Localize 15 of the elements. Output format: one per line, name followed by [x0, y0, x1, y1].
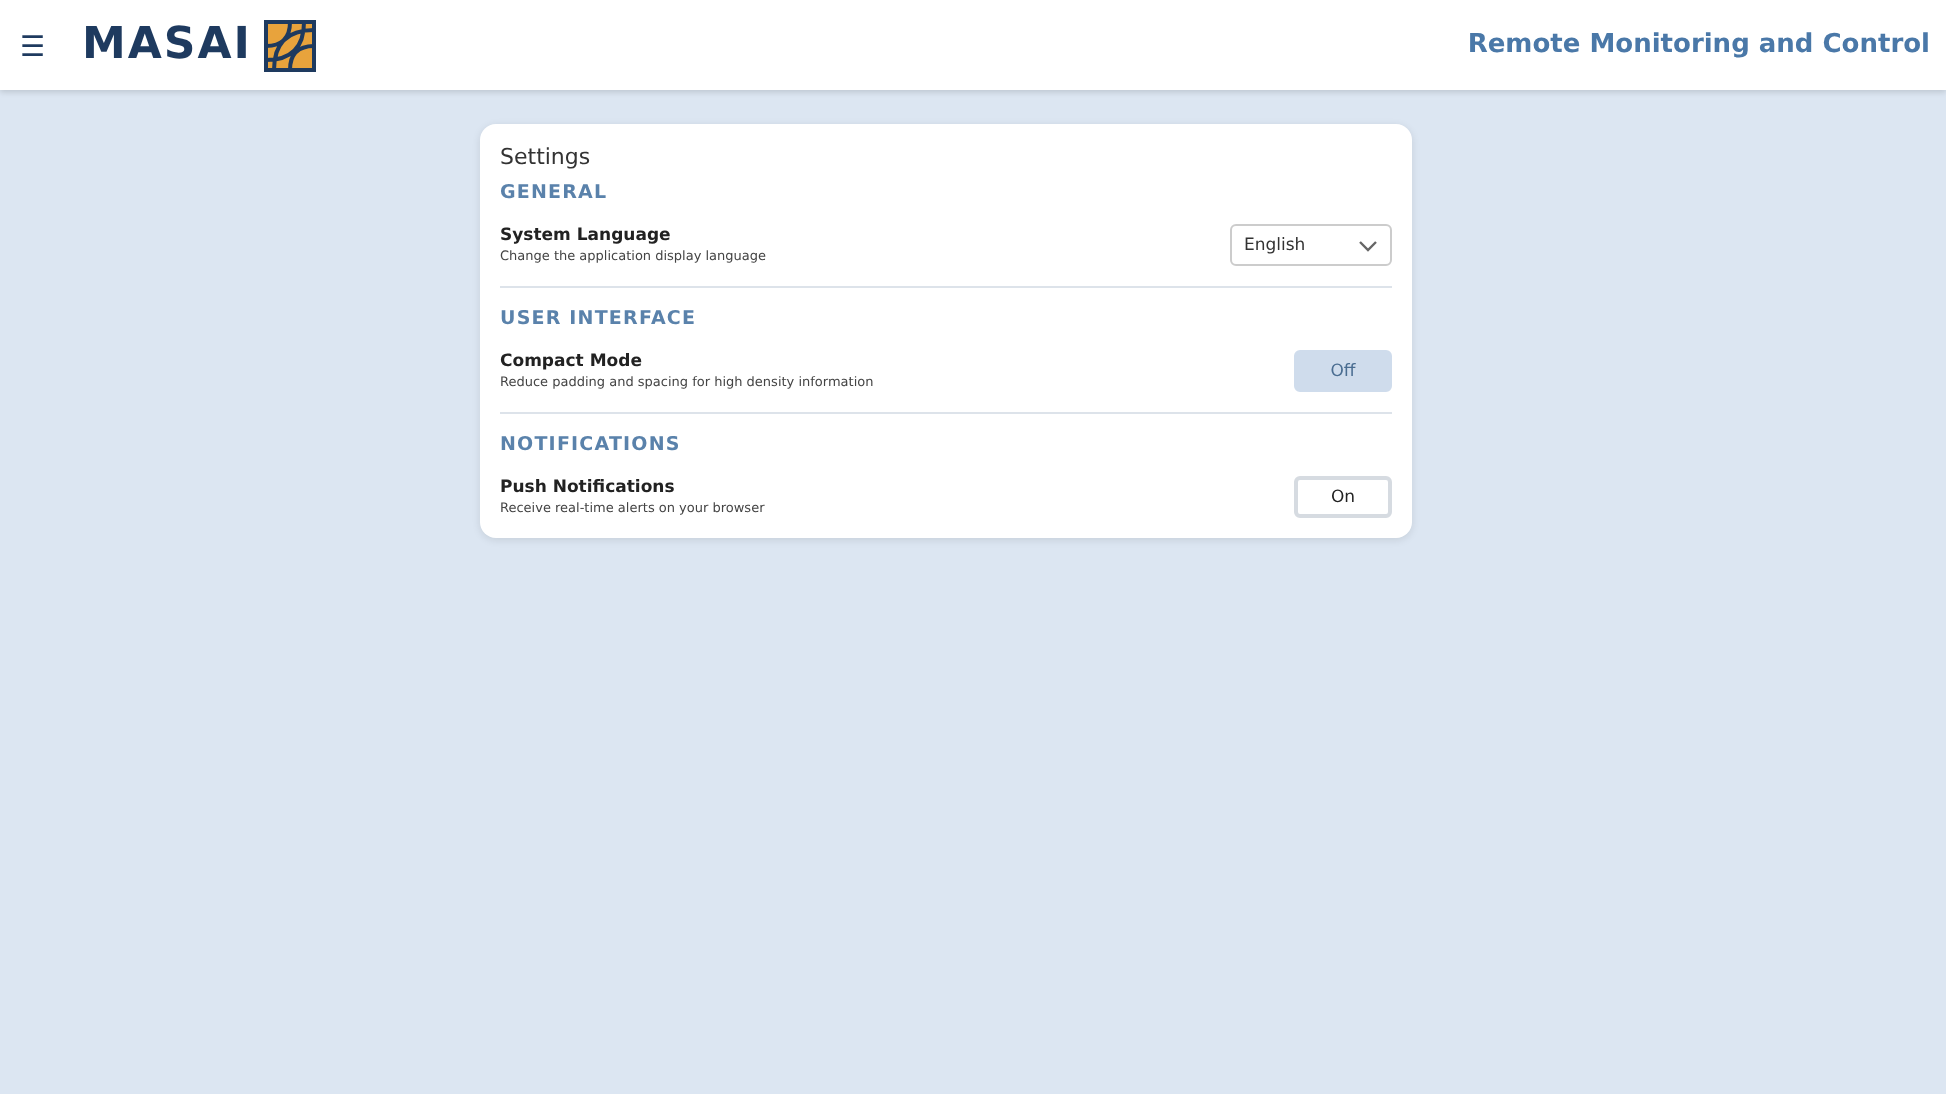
logo-icon — [263, 19, 316, 71]
toggle-button[interactable]: On — [1294, 476, 1392, 518]
menu-button[interactable]: ☰ — [12, 25, 54, 65]
section-heading: USER INTERFACE — [500, 308, 699, 330]
setting-label: System Language — [500, 226, 673, 246]
section-heading: GENERAL — [500, 182, 610, 204]
language-dropdown[interactable]: English — [1230, 224, 1392, 266]
section-heading: NOTIFICATIONS — [500, 434, 683, 456]
setting-label: Compact Mode — [500, 352, 644, 372]
app-title: Remote Monitoring and Control — [1467, 30, 1930, 60]
card-title: Settings — [500, 144, 593, 170]
chevron-down-icon — [1358, 239, 1378, 251]
setting-label: Push Notifications — [500, 478, 677, 498]
logo-text: MASAI — [82, 20, 252, 70]
toggle-button[interactable]: Off — [1294, 350, 1392, 392]
